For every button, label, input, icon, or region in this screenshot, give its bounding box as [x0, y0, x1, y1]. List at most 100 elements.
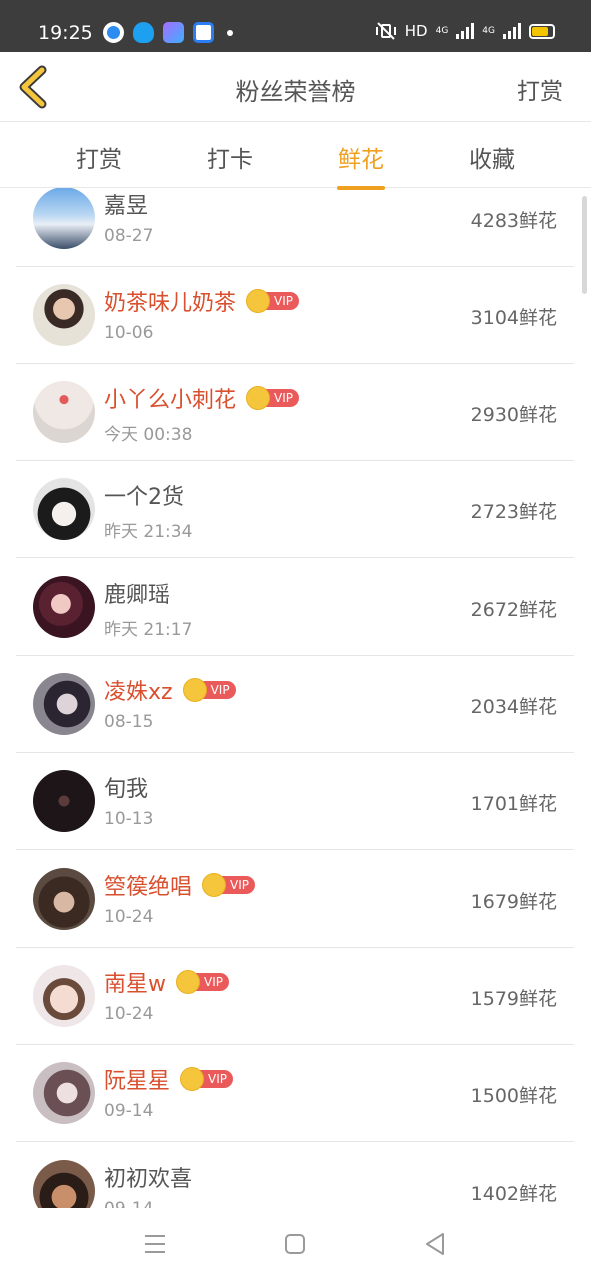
- fan-name: 小丫么小刺花: [104, 388, 237, 413]
- home-square-icon: [285, 1234, 305, 1254]
- fan-name: 嘉昱: [104, 194, 149, 219]
- network-type-1: 4G: [435, 26, 449, 36]
- fan-date: 10-13: [104, 809, 154, 829]
- avatar[interactable]: [33, 188, 95, 249]
- app-notification-icon: [103, 22, 124, 43]
- tab-bar: 打赏 打卡 鲜花 收藏: [0, 122, 591, 190]
- list-item[interactable]: 奶茶味儿奶茶 VIP 10-06 3104鲜花: [16, 267, 574, 364]
- fan-date: 今天 00:38: [104, 425, 193, 445]
- fan-ranking-list[interactable]: 嘉昱 08-27 4283鲜花 奶茶味儿奶茶 VIP 10-06 3104鲜花 …: [0, 188, 591, 1208]
- flower-count: 1579鲜花: [470, 988, 557, 1010]
- fan-name: 箜篌绝唱: [104, 875, 193, 900]
- video-app-icon: [193, 22, 214, 43]
- flower-count: 1402鲜花: [470, 1183, 557, 1205]
- avatar[interactable]: [33, 284, 95, 346]
- crown-icon: [246, 289, 271, 313]
- back-triangle-icon: [426, 1233, 444, 1255]
- flower-count: 2723鲜花: [470, 501, 557, 523]
- list-item[interactable]: 嘉昱 08-27 4283鲜花: [16, 188, 574, 267]
- system-back-button[interactable]: [421, 1230, 449, 1258]
- list-item[interactable]: 小丫么小刺花 VIP 今天 00:38 2930鲜花: [16, 364, 574, 461]
- list-item[interactable]: 鹿卿瑶 昨天 21:17 2672鲜花: [16, 559, 574, 656]
- tab-checkin[interactable]: 打卡: [190, 140, 270, 174]
- avatar[interactable]: [33, 770, 95, 832]
- flower-count: 1500鲜花: [470, 1085, 557, 1107]
- tab-label: 打赏: [76, 147, 122, 173]
- list-item[interactable]: 箜篌绝唱 VIP 10-24 1679鲜花: [16, 851, 574, 948]
- header: 粉丝荣誉榜 打赏: [0, 52, 591, 122]
- fan-date: 昨天 21:34: [104, 522, 193, 542]
- flower-count: 2034鲜花: [470, 696, 557, 718]
- crown-icon: [176, 970, 200, 994]
- page-title: 粉丝荣誉榜: [235, 78, 356, 106]
- vip-badge: VIP: [176, 970, 229, 994]
- tab-label: 打卡: [207, 147, 253, 173]
- battery-icon: [529, 23, 555, 39]
- list-item[interactable]: 旬我 10-13 1701鲜花: [16, 753, 574, 850]
- flower-count: 2672鲜花: [470, 599, 557, 621]
- list-item[interactable]: 南星w VIP 10-24 1579鲜花: [16, 948, 574, 1045]
- menu-icon: [145, 1235, 165, 1253]
- tab-flowers[interactable]: 鲜花: [321, 140, 401, 190]
- vibrate-mute-icon: [375, 22, 396, 40]
- fan-name: 鹿卿瑶: [104, 583, 171, 608]
- fan-name: 凌姝xz: [104, 680, 173, 705]
- network-type-2: 4G: [482, 26, 495, 36]
- fan-date: 10-24: [104, 907, 154, 927]
- avatar[interactable]: [33, 673, 95, 735]
- fan-date: 09-14: [104, 1101, 154, 1121]
- fan-date: 10-06: [104, 323, 154, 343]
- fan-date: 08-15: [104, 712, 154, 732]
- avatar[interactable]: [33, 478, 95, 540]
- status-app-icons: [103, 22, 233, 43]
- fan-name: 阮星星: [104, 1069, 171, 1094]
- avatar[interactable]: [33, 965, 95, 1027]
- fan-name: 初初欢喜: [104, 1167, 193, 1192]
- list-item[interactable]: 初初欢喜 09-14 1402鲜花: [16, 1143, 574, 1208]
- flower-count: 2930鲜花: [470, 404, 557, 426]
- flower-count: 1701鲜花: [470, 793, 557, 815]
- fan-date: 昨天 21:17: [104, 620, 193, 640]
- status-bar: 19:25 HD 4G 4G: [0, 0, 591, 52]
- list-item[interactable]: 凌姝xz VIP 08-15 2034鲜花: [16, 656, 574, 753]
- fan-name: 旬我: [104, 777, 149, 802]
- fan-date: 09-14: [104, 1199, 153, 1208]
- fan-name: 奶茶味儿奶茶: [104, 291, 237, 316]
- signal-icon-2: [503, 23, 521, 39]
- crown-icon: [180, 1067, 205, 1091]
- avatar[interactable]: [33, 1062, 95, 1124]
- avatar[interactable]: [33, 1160, 95, 1208]
- crown-icon: [182, 678, 207, 702]
- menu-button[interactable]: [141, 1230, 169, 1258]
- scrollbar[interactable]: [582, 196, 587, 294]
- tab-label: 收藏: [469, 147, 515, 173]
- fan-date: 10-24: [104, 1004, 154, 1024]
- tab-reward[interactable]: 打赏: [59, 140, 139, 174]
- reward-button[interactable]: 打赏: [517, 72, 563, 106]
- list-item[interactable]: 阮星星 VIP 09-14 1500鲜花: [16, 1045, 574, 1142]
- avatar[interactable]: [33, 868, 95, 930]
- fan-name: 南星w: [104, 972, 166, 997]
- vip-badge: VIP: [202, 873, 255, 897]
- app-store-icon: [163, 22, 184, 43]
- list-item[interactable]: 一个2货 昨天 21:34 2723鲜花: [16, 461, 574, 558]
- status-indicators: HD 4G 4G: [375, 22, 555, 40]
- flower-count: 1679鲜花: [470, 891, 557, 913]
- home-button[interactable]: [281, 1230, 309, 1258]
- avatar[interactable]: [33, 381, 95, 443]
- qq-icon: [133, 22, 154, 43]
- avatar[interactable]: [33, 576, 95, 638]
- flower-count: 3104鲜花: [470, 307, 557, 329]
- vip-badge: VIP: [182, 678, 236, 702]
- tab-favorites[interactable]: 收藏: [452, 140, 532, 174]
- system-nav-bar: [0, 1208, 591, 1280]
- fan-name: 一个2货: [104, 485, 184, 510]
- flower-count: 4283鲜花: [470, 210, 557, 232]
- more-notifications-dot: [227, 29, 233, 36]
- tab-label: 鲜花: [338, 147, 384, 173]
- vip-badge: VIP: [180, 1067, 233, 1091]
- crown-icon: [246, 386, 271, 410]
- vip-badge: VIP: [246, 289, 299, 313]
- crown-icon: [202, 873, 227, 897]
- status-time: 19:25: [38, 22, 93, 44]
